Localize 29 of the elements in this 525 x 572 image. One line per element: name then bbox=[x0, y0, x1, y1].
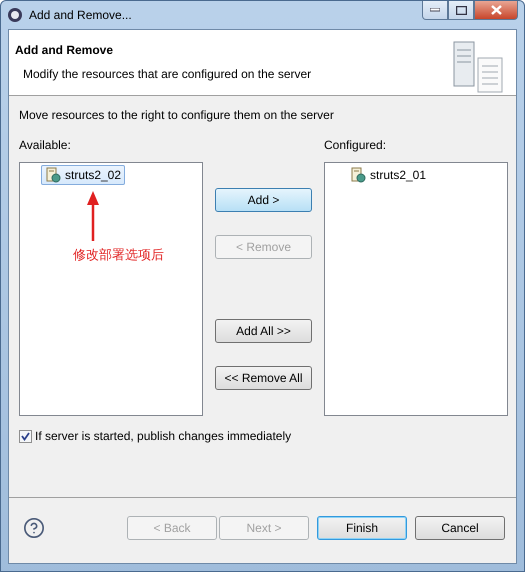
page-description: Modify the resources that are configured on the server bbox=[23, 67, 312, 81]
move-button[interactable]: Add > bbox=[215, 188, 312, 212]
resource-list[interactable]: struts2_02 修改部署选项后 bbox=[19, 162, 203, 416]
close-icon bbox=[490, 5, 502, 15]
server-icon bbox=[350, 167, 366, 183]
arrow-icon bbox=[87, 191, 99, 241]
move-button[interactable]: Add All >> bbox=[215, 319, 312, 343]
publish-label: If server is started, publish changes immediately bbox=[35, 429, 292, 443]
gear-icon bbox=[7, 7, 23, 23]
available-label: Available: bbox=[19, 138, 72, 152]
instruction-text: Move resources to the right to configure them on the server bbox=[19, 108, 335, 122]
minimize-icon bbox=[430, 8, 440, 12]
resource-item[interactable]: struts2_01 bbox=[346, 165, 430, 185]
wizard-button[interactable]: Cancel bbox=[415, 516, 505, 540]
annotation-text: 修改部署选项后 bbox=[73, 246, 164, 264]
wizard-button[interactable]: Finish bbox=[317, 516, 407, 540]
close-button[interactable] bbox=[474, 1, 518, 20]
resource-list[interactable]: struts2_01 bbox=[324, 162, 508, 416]
publish-checkbox[interactable] bbox=[19, 430, 32, 442]
window-title: Add and Remove... bbox=[29, 8, 132, 22]
help-icon[interactable] bbox=[23, 516, 45, 538]
maximize-icon bbox=[456, 6, 466, 14]
minimize-button[interactable] bbox=[422, 1, 448, 20]
configured-label: Configured: bbox=[324, 138, 388, 152]
move-button[interactable]: << Remove All bbox=[215, 366, 312, 390]
maximize-button[interactable] bbox=[448, 1, 474, 20]
resource-item[interactable]: struts2_02 bbox=[41, 165, 126, 185]
page-title: Add and Remove bbox=[15, 43, 114, 57]
server-icon bbox=[45, 167, 61, 183]
